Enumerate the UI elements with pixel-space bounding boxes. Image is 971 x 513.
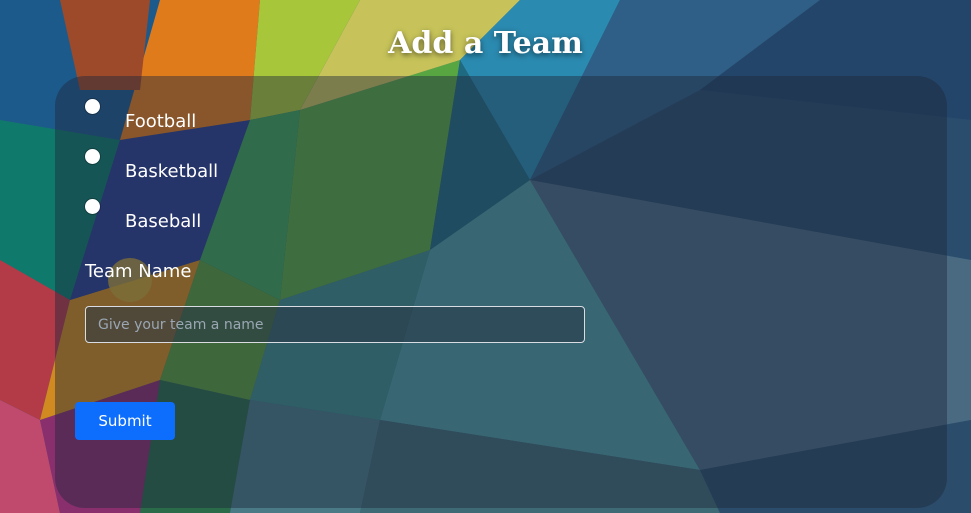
- football-radio-button[interactable]: [85, 99, 100, 114]
- baseball-label: Baseball: [125, 211, 202, 232]
- submit-button[interactable]: Submit: [75, 402, 175, 440]
- basketball-radio-button[interactable]: [85, 149, 100, 164]
- baseball-radio-button[interactable]: [85, 199, 100, 214]
- team-name-label: Team Name: [85, 261, 192, 282]
- page-title: Add a Team: [388, 26, 583, 61]
- football-label: Football: [125, 111, 197, 132]
- form-panel: [55, 76, 947, 508]
- team-name-input[interactable]: [85, 306, 585, 343]
- basketball-label: Basketball: [125, 161, 219, 182]
